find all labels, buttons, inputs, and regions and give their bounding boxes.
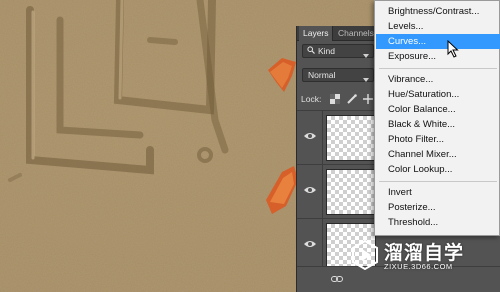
blend-mode-label: Normal xyxy=(308,70,336,80)
watermark-brand: 溜溜自学 xyxy=(384,242,465,264)
chevron-down-icon xyxy=(363,49,369,61)
menu-item-posterize[interactable]: Posterize... xyxy=(376,200,500,215)
mouse-pointer-icon xyxy=(447,40,459,58)
visibility-toggle[interactable] xyxy=(297,111,323,165)
visibility-toggle[interactable] xyxy=(297,219,323,273)
watermark-logo-icon xyxy=(352,240,378,270)
kind-filter-label: Kind xyxy=(318,46,336,56)
menu-item-photo-filter[interactable]: Photo Filter... xyxy=(376,132,500,147)
lock-label: Lock: xyxy=(301,94,322,104)
adjustment-layer-menu: Brightness/Contrast... Levels... Curves.… xyxy=(374,0,500,236)
menu-item-vibrance[interactable]: Vibrance... xyxy=(376,72,500,87)
lock-transparent-pixels-icon[interactable] xyxy=(330,94,340,106)
menu-item-channel-mixer[interactable]: Channel Mixer... xyxy=(376,147,500,162)
menu-item-levels[interactable]: Levels... xyxy=(376,19,500,34)
link-layers-icon[interactable] xyxy=(331,275,343,285)
chevron-down-icon xyxy=(363,73,369,85)
blend-mode-select[interactable]: Normal xyxy=(302,68,374,82)
search-icon xyxy=(307,45,315,57)
eye-icon xyxy=(304,187,316,193)
layer-thumbnail xyxy=(326,115,376,161)
lock-image-pixels-icon[interactable] xyxy=(347,94,357,106)
menu-separator xyxy=(379,181,497,182)
tab-channels[interactable]: Channels xyxy=(334,26,378,41)
menu-item-color-balance[interactable]: Color Balance... xyxy=(376,102,500,117)
layer-kind-filter[interactable]: Kind xyxy=(302,44,374,58)
tab-layers[interactable]: Layers xyxy=(299,26,333,41)
menu-item-invert[interactable]: Invert xyxy=(376,185,500,200)
layer-thumbnail xyxy=(326,169,376,215)
menu-item-curves[interactable]: Curves... xyxy=(376,34,500,49)
menu-separator xyxy=(379,68,497,69)
menu-item-hue-saturation[interactable]: Hue/Saturation... xyxy=(376,87,500,102)
watermark: 溜溜自学 ZIXUE.3D66.COM xyxy=(352,226,476,286)
menu-item-brightness-contrast[interactable]: Brightness/Contrast... xyxy=(376,4,500,19)
eye-icon xyxy=(304,241,316,247)
watermark-url: ZIXUE.3D66.COM xyxy=(384,262,453,271)
menu-item-exposure[interactable]: Exposure... xyxy=(376,49,500,64)
menu-item-color-lookup[interactable]: Color Lookup... xyxy=(376,162,500,177)
menu-item-black-white[interactable]: Black & White... xyxy=(376,117,500,132)
lock-position-icon[interactable] xyxy=(363,94,373,106)
visibility-toggle[interactable] xyxy=(297,165,323,219)
eye-icon xyxy=(304,133,316,139)
